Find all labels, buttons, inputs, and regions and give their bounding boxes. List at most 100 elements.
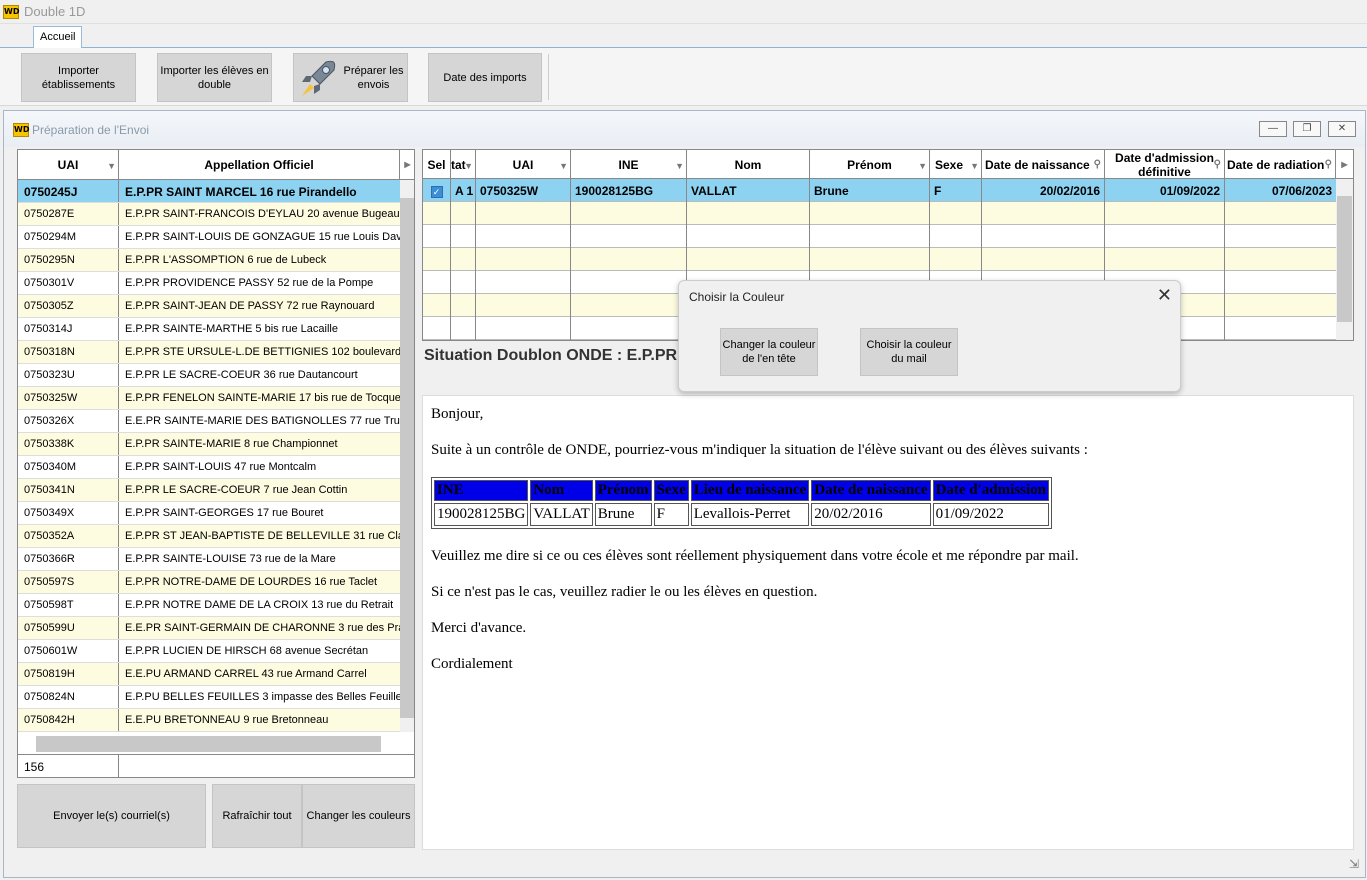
empty-cell: [687, 225, 810, 248]
filter-icon[interactable]: ▼: [918, 159, 927, 173]
scroll-right-icon[interactable]: ▶: [1336, 150, 1353, 179]
column-admission-label: Date d'admission définitive: [1115, 150, 1214, 179]
refresh-all-button[interactable]: Rafraîchir tout: [212, 784, 302, 848]
vertical-scrollbar-thumb[interactable]: [400, 198, 414, 718]
scroll-right-icon[interactable]: ▶: [400, 150, 414, 180]
table-row[interactable]: 0750245J E.P.PR SAINT MARCEL 16 rue Piran…: [18, 180, 400, 203]
table-row[interactable]: 0750305Z E.P.PR SAINT-JEAN DE PASSY 72 ru…: [18, 295, 400, 318]
column-uai-header[interactable]: UAI ▼: [476, 150, 571, 179]
column-ine-header[interactable]: INE ▼: [571, 150, 687, 179]
table-row[interactable]: 0750819H E.E.PU ARMAND CARREL 43 rue Arma…: [18, 663, 400, 686]
students-table-header: Sel tat ▼ UAI ▼ INE ▼ Nom Prénom ▼ Sexe ▼ Dat…: [423, 150, 1353, 179]
column-admission-header[interactable]: Date d'admission définitive ⚲: [1105, 150, 1225, 179]
table-row[interactable]: 0750287E E.P.PR SAINT-FRANCOIS D'EYLAU 20…: [18, 203, 400, 226]
column-nom-header[interactable]: Nom: [687, 150, 810, 179]
row-count: 156: [18, 755, 119, 777]
empty-cell: [451, 271, 476, 294]
date-imports-button[interactable]: Date des imports: [428, 53, 542, 102]
table-row[interactable]: 0750599U E.E.PR SAINT-GERMAIN DE CHARONNE…: [18, 617, 400, 640]
resize-grip-icon[interactable]: ⇲: [1349, 857, 1359, 871]
empty-cell: [423, 248, 451, 271]
cell-uai: 0750301V: [18, 272, 119, 294]
app-title: Double 1D: [24, 4, 86, 19]
change-header-color-button[interactable]: Changer la couleur de l'en tête: [720, 328, 818, 376]
cell-naissance: 20/02/2016: [982, 179, 1105, 202]
student-row[interactable]: ✓ A 1 0750325W 190028125BG VALLAT Brune …: [423, 179, 1336, 202]
table-row[interactable]: 0750340M E.P.PR SAINT-LOUIS 47 rue Montca…: [18, 456, 400, 479]
mail-th-lieu: Lieu de naissance: [690, 480, 810, 501]
table-row[interactable]: 0750323U E.P.PR LE SACRE-COEUR 36 rue Dau…: [18, 364, 400, 387]
table-row[interactable]: 0750598T E.P.PR NOTRE DAME DE LA CROIX 13…: [18, 594, 400, 617]
table-row[interactable]: 0750824N E.P.PU BELLES FEUILLES 3 impasse…: [18, 686, 400, 709]
empty-cell: [1225, 248, 1336, 271]
rocket-icon: [302, 60, 336, 96]
restore-icon[interactable]: ❐: [1293, 121, 1321, 137]
column-etat-header[interactable]: tat ▼: [451, 150, 476, 179]
column-appellation-label: Appellation Officiel: [204, 158, 314, 172]
table-row[interactable]: 0750842H E.E.PU BRETONNEAU 9 rue Bretonne…: [18, 709, 400, 732]
column-appellation-header[interactable]: Appellation Officiel: [119, 150, 400, 180]
filter-icon[interactable]: ▼: [464, 159, 473, 173]
table-row[interactable]: 0750294M E.P.PR SAINT-LOUIS DE GONZAGUE 1…: [18, 226, 400, 249]
select-checkbox[interactable]: ✓: [423, 179, 451, 202]
column-sexe-header[interactable]: Sexe ▼: [930, 150, 982, 179]
empty-row[interactable]: [423, 202, 1336, 225]
column-radiation-header[interactable]: Date de radiation ⚲: [1225, 150, 1336, 179]
column-naissance-header[interactable]: Date de naissance ⚲: [982, 150, 1105, 179]
mail-td-admission: 01/09/2022: [932, 503, 1050, 526]
empty-cell: [1225, 317, 1336, 340]
filter-icon[interactable]: ▼: [675, 159, 684, 173]
table-row[interactable]: 0750318N E.P.PR STE URSULE-L.DE BETTIGNIE…: [18, 341, 400, 364]
situation-title: Situation Doublon ONDE : E.P.PR: [424, 347, 678, 364]
column-sel-header[interactable]: Sel: [423, 150, 451, 179]
table-row[interactable]: 0750325W E.P.PR FENELON SAINTE-MARIE 17 b…: [18, 387, 400, 410]
column-uai-header[interactable]: UAI ▼: [18, 150, 119, 180]
column-ine-label: INE: [618, 157, 639, 172]
import-eleves-double-button[interactable]: Importer les élèves en double: [157, 53, 272, 102]
change-colors-button[interactable]: Changer les couleurs: [302, 784, 415, 848]
table-row[interactable]: 0750352A E.P.PR ST JEAN-BAPTISTE DE BELLE…: [18, 525, 400, 548]
cell-admission: 01/09/2022: [1105, 179, 1225, 202]
search-icon[interactable]: ⚲: [1094, 158, 1101, 172]
search-icon[interactable]: ⚲: [1214, 158, 1221, 172]
send-emails-button[interactable]: Envoyer le(s) courriel(s): [17, 784, 206, 848]
close-icon[interactable]: ✕: [1157, 286, 1172, 304]
table-row[interactable]: 0750597S E.P.PR NOTRE-DAME DE LOURDES 16 …: [18, 571, 400, 594]
column-prenom-header[interactable]: Prénom ▼: [810, 150, 930, 179]
horizontal-scrollbar-thumb[interactable]: [36, 736, 381, 752]
table-row[interactable]: 0750349X E.P.PR SAINT-GEORGES 17 rue Bour…: [18, 502, 400, 525]
table-row[interactable]: 0750314J E.P.PR SAINTE-MARTHE 5 bis rue L…: [18, 318, 400, 341]
choose-mail-color-button[interactable]: Choisir la couleur du mail: [860, 328, 958, 376]
table-row[interactable]: 0750295N E.P.PR L'ASSOMPTION 6 rue de Lub…: [18, 249, 400, 272]
close-window-icon[interactable]: ✕: [1328, 121, 1356, 137]
table-row[interactable]: 0750341N E.P.PR LE SACRE-COEUR 7 rue Jean…: [18, 479, 400, 502]
table-row[interactable]: 0750366R E.P.PR SAINTE-LOUISE 73 rue de l…: [18, 548, 400, 571]
empty-cell: [571, 294, 687, 317]
empty-cell: [1225, 294, 1336, 317]
preparer-envois-button[interactable]: Préparer les envois: [293, 53, 408, 102]
students-scrollbar-thumb[interactable]: [1337, 196, 1352, 322]
empty-cell: [451, 202, 476, 225]
cell-appellation: E.P.PR SAINT-GEORGES 17 rue Bouret: [125, 507, 324, 519]
import-etablissements-button[interactable]: Importer établissements: [21, 53, 136, 102]
empty-row[interactable]: [423, 248, 1336, 271]
search-icon[interactable]: ⚲: [1325, 158, 1332, 172]
empty-row[interactable]: [423, 225, 1336, 248]
mail-th-admission: Date d'admission: [932, 480, 1050, 501]
filter-icon[interactable]: ▼: [559, 159, 568, 173]
cell-uai: 0750824N: [18, 686, 119, 708]
filter-icon[interactable]: ▼: [970, 159, 979, 173]
table-row[interactable]: 0750601W E.P.PR LUCIEN DE HIRSCH 68 avenu…: [18, 640, 400, 663]
cell-appellation: E.P.PU BELLES FEUILLES 3 impasse des Bel…: [125, 691, 400, 703]
table-row[interactable]: 0750338K E.P.PR SAINTE-MARIE 8 rue Champi…: [18, 433, 400, 456]
table-row[interactable]: 0750301V E.P.PR PROVIDENCE PASSY 52 rue d…: [18, 272, 400, 295]
cell-uai: 0750601W: [18, 640, 119, 662]
establishments-table-footer: 156: [18, 754, 414, 777]
mail-preview[interactable]: Bonjour, Suite à un contrôle de ONDE, po…: [422, 395, 1354, 850]
empty-cell: [1225, 225, 1336, 248]
minimize-icon[interactable]: —: [1259, 121, 1287, 137]
cell-uai: 0750294M: [18, 226, 119, 248]
table-row[interactable]: 0750326X E.E.PR SAINTE-MARIE DES BATIGNOL…: [18, 410, 400, 433]
tab-accueil[interactable]: Accueil: [33, 26, 83, 49]
filter-icon[interactable]: ▼: [107, 159, 116, 173]
